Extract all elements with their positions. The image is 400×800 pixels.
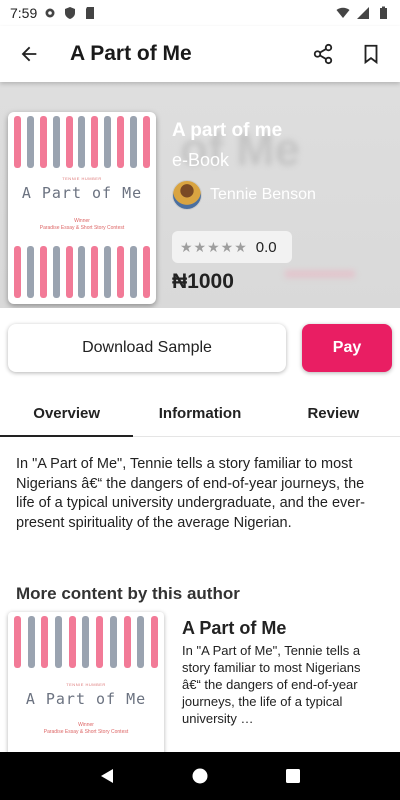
author-name: Tennie Benson: [210, 186, 316, 203]
cover-stripe: [55, 616, 63, 668]
related-cover-subtitle-2: Paradise Essay & Short Story Contest: [43, 729, 129, 735]
related-book-title: A Part of Me: [182, 618, 287, 638]
author-row[interactable]: Tennie Benson: [172, 180, 316, 210]
rating-value: 0.0: [255, 238, 277, 256]
settings-icon: [45, 8, 55, 18]
bookmark-button[interactable]: [354, 37, 388, 71]
app-bar: A Part of Me: [0, 26, 400, 82]
cover-stripes-top: [14, 116, 150, 168]
cover-stripe: [117, 116, 125, 168]
system-navigation-bar: [0, 752, 400, 800]
action-bar: Download Sample Pay: [0, 308, 400, 390]
cover-stripe: [26, 246, 34, 298]
battery-icon: [380, 6, 387, 19]
related-cover-subtitle-1: Winner: [78, 722, 94, 728]
share-icon: [313, 43, 333, 65]
cover-stripe: [104, 116, 112, 168]
shield-icon: [65, 7, 76, 19]
sd-card-icon: [86, 7, 95, 19]
cover-stripe: [117, 246, 125, 298]
cover-stripe: [142, 116, 150, 168]
book-cover[interactable]: TENNIE HUMBER A Part of Me Winner Paradi…: [8, 112, 156, 304]
related-book-description: In "A Part of Me", Tennie tells a story …: [182, 643, 361, 726]
cover-stripe: [65, 116, 73, 168]
avatar: [172, 180, 202, 210]
share-button[interactable]: [306, 37, 340, 71]
cover-stripe: [96, 616, 104, 668]
cover-title: A Part of Me: [21, 184, 143, 202]
cover-stripe: [78, 116, 86, 168]
cover-subtitle-2: Paradise Essay & Short Story Contest: [39, 225, 125, 231]
cover-stripe: [109, 616, 117, 668]
pay-button[interactable]: Pay: [302, 324, 392, 372]
back-button[interactable]: [12, 37, 46, 71]
related-cover-author-text: TENNIE HUMBER: [66, 682, 106, 687]
blurred-background-mark: [285, 270, 355, 278]
cover-stripe: [150, 616, 158, 668]
nav-recents-button[interactable]: [278, 761, 308, 791]
cover-stripe: [104, 246, 112, 298]
square-recents-icon: [286, 769, 301, 783]
more-by-author-heading: More content by this author: [16, 584, 240, 603]
status-bar: 7:59: [0, 0, 400, 26]
tab-overview[interactable]: Overview: [0, 390, 134, 437]
arrow-back-icon: [21, 46, 37, 62]
star-rating-icon: ★★★★★: [180, 238, 248, 255]
cover-stripe: [82, 616, 90, 668]
wifi-icon: [336, 7, 350, 18]
cover-stripe: [27, 616, 35, 668]
page-title: A Part of Me: [70, 42, 192, 65]
cover-stripe: [91, 116, 99, 168]
list-item[interactable]: TENNIE HUMBER A Part of Me Winner Paradi…: [0, 612, 400, 762]
related-cover-title: A Part of Me: [25, 690, 147, 708]
cover-stripe: [130, 116, 138, 168]
cover-stripe: [130, 246, 138, 298]
tab-bar: Overview Information Review: [0, 390, 400, 437]
tab-information[interactable]: Information: [133, 390, 266, 436]
cover-stripe: [78, 246, 86, 298]
triangle-back-icon: [100, 769, 113, 783]
cover-author-text: TENNIE HUMBER: [62, 176, 102, 181]
cover-stripe: [26, 116, 34, 168]
book-title: A part of me: [172, 120, 283, 141]
nav-back-button[interactable]: [92, 761, 122, 791]
signal-icon: [357, 7, 369, 19]
cover-subtitle-1: Winner: [74, 218, 90, 224]
cover-stripe: [39, 246, 47, 298]
cover-stripe: [137, 616, 145, 668]
cover-stripe: [14, 116, 21, 168]
rating-badge: ★★★★★ 0.0: [172, 231, 292, 263]
status-time: 7:59: [10, 5, 38, 21]
cover-stripe: [65, 246, 73, 298]
tab-review[interactable]: Review: [267, 390, 400, 436]
cover-stripe: [123, 616, 131, 668]
nav-home-button[interactable]: [185, 761, 215, 791]
cover-stripe: [142, 246, 150, 298]
cover-stripes-bottom: [14, 246, 150, 298]
cover-stripe: [39, 116, 47, 168]
overview-text: In "A Part of Me", Tennie tells a story …: [16, 456, 366, 531]
bookmark-icon: [364, 44, 378, 65]
cover-stripe: [41, 616, 49, 668]
related-cover-stripes: [14, 616, 158, 668]
cover-stripe: [52, 246, 60, 298]
book-header: of Me TENNIE HUMBER A Part of Me Winner …: [0, 82, 400, 308]
cover-stripe: [91, 246, 99, 298]
cover-stripe: [14, 616, 21, 668]
book-type: e-Book: [172, 150, 230, 170]
price: ₦1000: [172, 270, 234, 293]
cover-stripe: [52, 116, 60, 168]
cover-stripe: [14, 246, 21, 298]
circle-home-icon: [192, 768, 208, 784]
related-book-cover[interactable]: TENNIE HUMBER A Part of Me Winner Paradi…: [8, 612, 164, 762]
download-sample-button[interactable]: Download Sample: [8, 324, 286, 372]
cover-stripe: [68, 616, 76, 668]
